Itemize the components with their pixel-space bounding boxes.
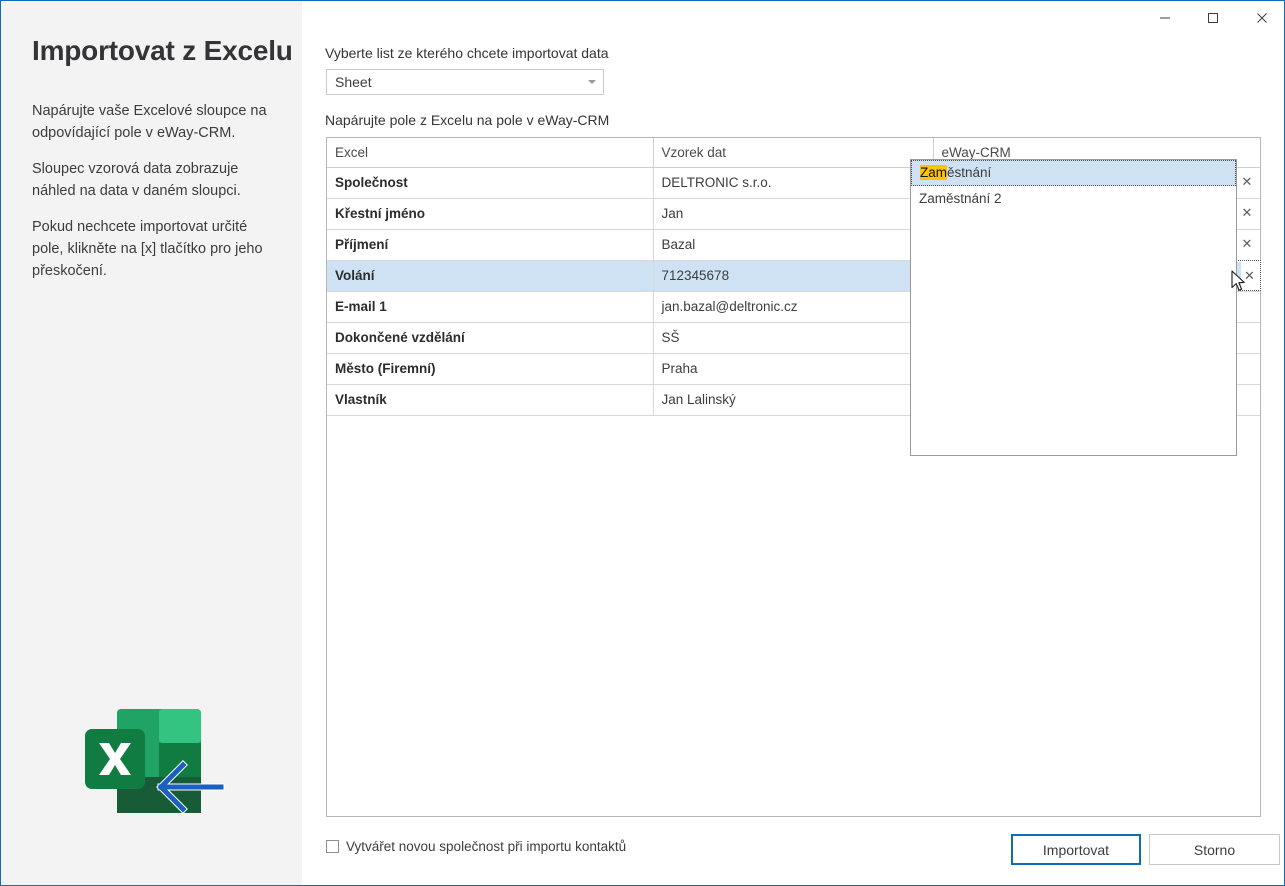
sample-data: jan.bazal@deltronic.cz <box>653 291 934 323</box>
excel-column-name: Vlastník <box>327 384 654 416</box>
option-rest: ěstnání <box>947 165 992 180</box>
sample-data: Jan <box>653 198 934 230</box>
sidebar-paragraph-2: Sloupec vzorová data zobrazuje náhled na… <box>32 161 241 199</box>
sample-data: Jan Lalinský <box>653 384 934 416</box>
sheet-select-value: Sheet <box>335 74 372 90</box>
excel-column-name: Křestní jméno <box>327 198 654 230</box>
excel-column-name: Příjmení <box>327 229 654 261</box>
sample-data: DELTRONIC s.r.o. <box>653 167 934 199</box>
cancel-button[interactable]: Storno <box>1149 834 1280 865</box>
create-company-checkbox-label: Vytvářet novou společnost při importu ko… <box>346 839 627 854</box>
excel-column-name: Dokončené vzdělání <box>327 322 654 354</box>
page-title: Importovat z Excelu <box>32 35 293 66</box>
excel-import-icon <box>85 709 225 814</box>
sheet-select[interactable]: Sheet <box>326 69 604 95</box>
create-company-checkbox[interactable] <box>326 840 339 853</box>
sidebar-paragraph-3: Pokud nechcete importovat určité pole, k… <box>32 219 263 279</box>
clear-mapping-button[interactable]: ✕ <box>1240 205 1254 221</box>
import-button[interactable]: Importovat <box>1011 834 1141 865</box>
create-company-checkbox-row[interactable]: Vytvářet novou společnost při importu ko… <box>326 839 626 854</box>
column-header-excel: Excel <box>327 138 654 168</box>
excel-column-name: Město (Firemní) <box>327 353 654 385</box>
sample-data: 712345678 <box>653 260 934 292</box>
sidebar-paragraph-1: Napárujte vaše Excelové sloupce na odpov… <box>32 103 267 141</box>
chevron-down-icon <box>588 80 596 84</box>
option-highlight: Zam <box>920 165 947 180</box>
excel-column-name: Společnost <box>327 167 654 199</box>
clear-mapping-button[interactable]: ✕ <box>1240 236 1254 252</box>
sample-data: Praha <box>653 353 934 385</box>
import-from-excel-window: Importovat z Excelu Napárujte vaše Excel… <box>0 0 1285 886</box>
main-content: Vyberte list ze kterého chcete importova… <box>302 1 1284 885</box>
clear-mapping-button[interactable]: ✕ <box>1243 268 1257 284</box>
crm-field-dropdown-list[interactable]: Zaměstnání Zaměstnání 2 <box>910 159 1237 456</box>
dropdown-option[interactable]: Zaměstnání 2 <box>911 186 1236 212</box>
mapping-label: Napárujte pole z Excelu na pole v eWay-C… <box>325 112 610 128</box>
excel-column-name: E-mail 1 <box>327 291 654 323</box>
sheet-select-label: Vyberte list ze kterého chcete importova… <box>325 45 609 61</box>
dropdown-option-selected[interactable]: Zaměstnání <box>911 160 1236 186</box>
sample-data: SŠ <box>653 322 934 354</box>
sidebar: Importovat z Excelu Napárujte vaše Excel… <box>1 1 302 885</box>
excel-column-name: Volání <box>327 260 654 292</box>
clear-mapping-button[interactable]: ✕ <box>1240 174 1254 190</box>
sample-data: Bazal <box>653 229 934 261</box>
column-header-sample: Vzorek dat <box>653 138 934 168</box>
